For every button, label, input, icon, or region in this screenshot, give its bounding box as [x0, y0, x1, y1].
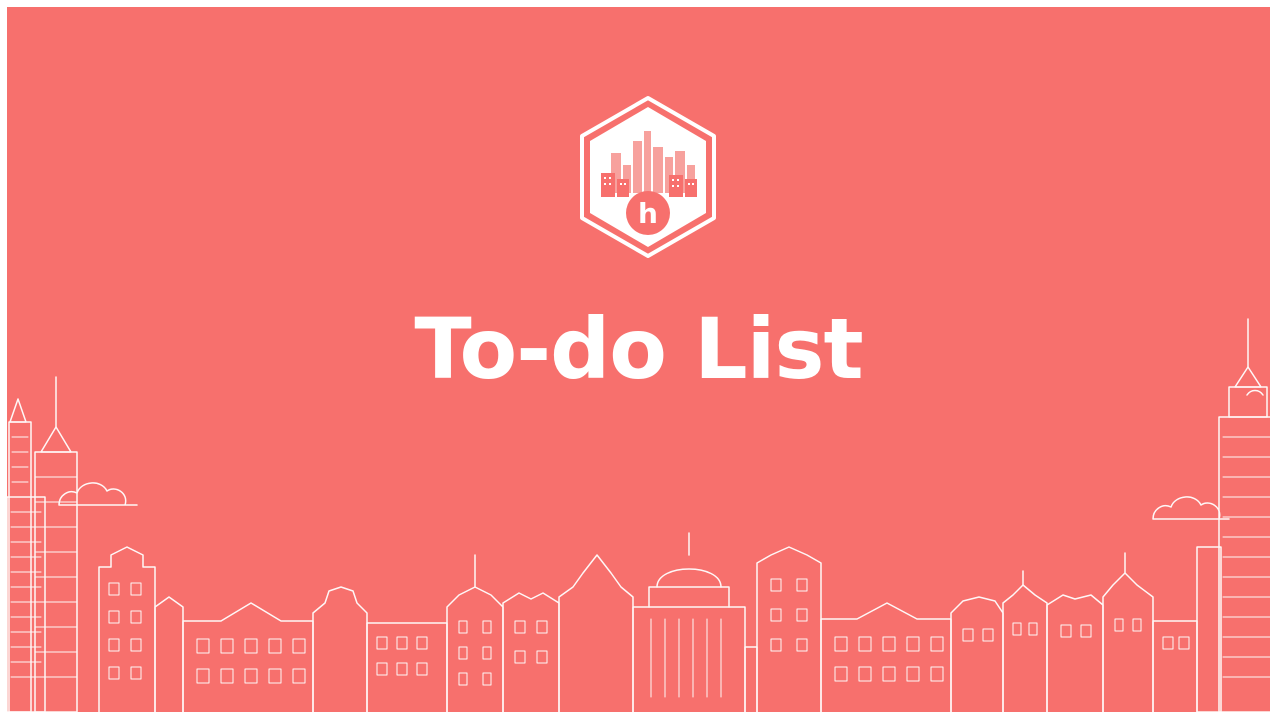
city-skyline-illustration	[7, 318, 1270, 712]
title-banner: h To-do List	[7, 7, 1270, 712]
page-frame: h To-do List	[0, 0, 1275, 717]
